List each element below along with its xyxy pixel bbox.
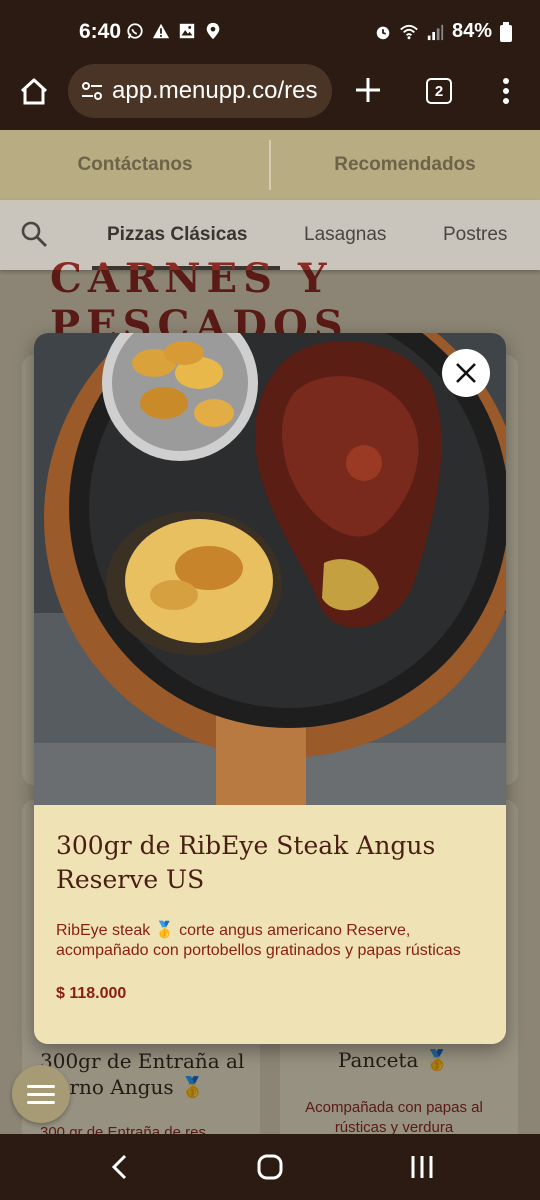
status-right-icons: 84% [374, 20, 512, 43]
dish-detail-modal: 300gr de RibEye Steak Angus Reserve US R… [34, 333, 506, 1044]
address-bar[interactable]: app.menupp.co/res [68, 64, 332, 118]
system-navigation-bar [0, 1134, 540, 1200]
warning-icon [152, 23, 170, 39]
site-settings-icon[interactable] [80, 79, 104, 103]
home-nav-icon[interactable] [257, 1154, 283, 1180]
alarm-icon [376, 26, 390, 39]
dish-info: 300gr de RibEye Steak Angus Reserve US R… [34, 805, 506, 1044]
dish-description: RibEye steak 🥇 corte angus americano Res… [56, 922, 461, 959]
image-icon [179, 23, 195, 39]
tab-switcher-button[interactable]: 2 [426, 78, 452, 104]
home-icon[interactable] [18, 76, 50, 108]
menu-fab-button[interactable] [12, 1065, 70, 1123]
recent-apps-icon[interactable] [409, 1154, 435, 1180]
wifi-icon [400, 24, 418, 39]
recommended-link[interactable]: Recomendados [270, 130, 540, 200]
signal-icon [427, 24, 444, 40]
category-tab-postres[interactable]: Postres [443, 224, 507, 246]
dish-photo [34, 333, 506, 805]
url-text[interactable]: app.menupp.co/res [112, 77, 324, 105]
contact-link[interactable]: Contáctanos [0, 130, 270, 200]
search-icon[interactable] [20, 220, 48, 248]
status-left-icons [126, 22, 222, 40]
status-time: 6:40 [79, 20, 122, 43]
status-bar: 6:40 84% [0, 0, 540, 62]
new-tab-icon[interactable] [354, 76, 382, 104]
location-icon [206, 22, 220, 40]
more-options-icon[interactable] [496, 76, 516, 106]
browser-toolbar: app.menupp.co/res 2 [0, 62, 540, 130]
whatsapp-icon [127, 23, 143, 39]
battery-icon [500, 21, 512, 42]
battery-percent: 84% [451, 20, 492, 42]
top-links-bar: Contáctanos Recomendados [0, 130, 540, 200]
dish-title: 300gr de RibEye Steak Angus Reserve US [56, 831, 436, 894]
close-modal-button[interactable] [442, 349, 490, 397]
back-icon[interactable] [108, 1154, 132, 1180]
hamburger-icon [27, 1085, 55, 1104]
close-icon [456, 363, 476, 383]
category-tab-lasagnas[interactable]: Lasagnas [304, 224, 386, 246]
category-tab-pizzas[interactable]: Pizzas Clásicas [107, 224, 247, 246]
dish-price: $ 118.000 [56, 985, 127, 1002]
